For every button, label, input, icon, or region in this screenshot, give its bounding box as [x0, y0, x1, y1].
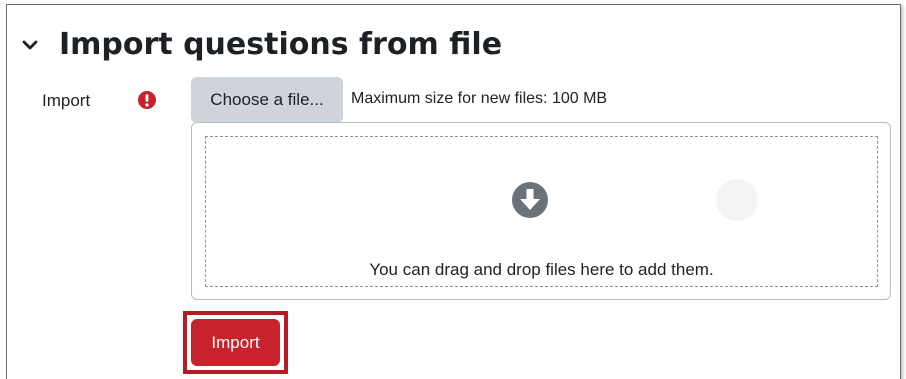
dropzone-dashed-area[interactable]: You can drag and drop files here to add …: [205, 136, 878, 287]
import-form-panel: Import questions from file Import Choose…: [6, 4, 901, 379]
max-file-size-text: Maximum size for new files: 100 MB: [351, 90, 608, 107]
faded-upload-icon: [714, 177, 760, 223]
import-field-label: Import: [42, 91, 91, 110]
choose-file-button[interactable]: Choose a file...: [191, 77, 343, 123]
arrow-down-circle-icon: [510, 180, 550, 220]
file-dropzone[interactable]: You can drag and drop files here to add …: [191, 122, 891, 300]
exclamation-circle-icon: [137, 90, 157, 110]
import-button[interactable]: Import: [191, 319, 280, 366]
dropzone-instructions: You can drag and drop files here to add …: [369, 260, 714, 279]
chevron-down-icon[interactable]: [19, 34, 41, 56]
section-toggle[interactable]: Import questions from file: [19, 27, 502, 62]
section-title: Import questions from file: [59, 27, 503, 62]
